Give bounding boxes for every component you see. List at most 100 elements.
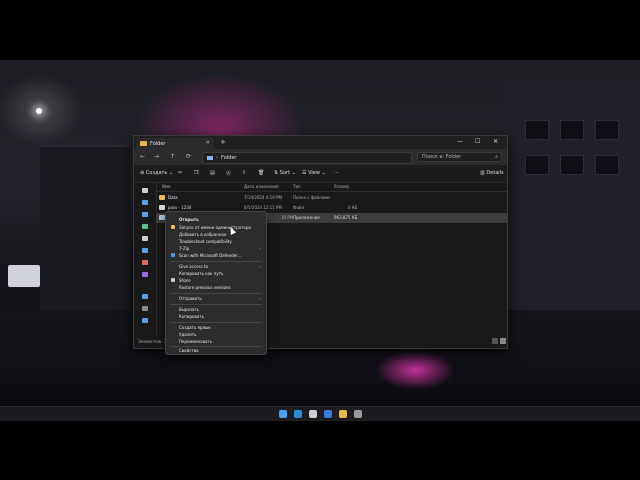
file-type: Папка с файлами: [293, 195, 330, 200]
mail-icon[interactable]: [324, 410, 332, 418]
menu-item-share[interactable]: Share: [166, 277, 266, 284]
address-field[interactable]: › Folder: [202, 152, 412, 164]
menu-item-troubleshoot[interactable]: Troubleshoot compatibility: [166, 238, 266, 245]
music-icon[interactable]: [142, 260, 148, 265]
menu-item-add-favorites[interactable]: Добавить в избранное: [166, 231, 266, 238]
details-label: Details: [486, 170, 504, 176]
rename-icon[interactable]: Ⓐ: [226, 170, 231, 177]
sort-button[interactable]: ⇅ Sort ⌄: [274, 170, 296, 176]
building-window: [525, 155, 549, 175]
menu-label: Troubleshoot compatibility: [179, 239, 232, 244]
details-button[interactable]: ▥ Details: [480, 170, 504, 176]
file-explorer-icon[interactable]: [339, 410, 347, 418]
menu-label: 7-Zip: [179, 246, 190, 251]
menu-label: Вырезать: [179, 307, 200, 312]
item-count: Элементов: 3: [138, 339, 167, 344]
chevron-right-icon: ›: [259, 264, 261, 269]
menu-item-give-access[interactable]: Give access to ›: [166, 263, 266, 270]
start-icon[interactable]: [279, 410, 287, 418]
close-button[interactable]: ✕: [493, 138, 498, 145]
gallery-icon[interactable]: [142, 200, 148, 205]
view-label: View: [308, 170, 320, 176]
new-label: Создать: [145, 170, 168, 176]
maximize-button[interactable]: ☐: [475, 138, 480, 145]
new-button[interactable]: ⊕ Создать ⌄: [140, 170, 173, 176]
cut-icon[interactable]: ✂: [178, 170, 182, 176]
menu-item-delete[interactable]: Удалить: [166, 331, 266, 338]
menu-item-send-to[interactable]: Отправить ›: [166, 295, 266, 302]
menu-label: Открыть: [179, 217, 199, 222]
menu-label: Переименовать: [179, 339, 213, 344]
edge-icon[interactable]: [294, 410, 302, 418]
delete-icon[interactable]: 🗑: [258, 170, 264, 176]
breadcrumb-folder[interactable]: Folder: [221, 155, 236, 161]
col-name[interactable]: Имя: [162, 184, 170, 189]
col-date[interactable]: Дата изменения: [244, 184, 279, 189]
menu-item-copy[interactable]: Копировать: [166, 313, 266, 320]
home-icon[interactable]: [142, 188, 148, 193]
drive-icon[interactable]: [142, 306, 148, 311]
menu-label: Удалить: [179, 332, 197, 337]
copy-icon[interactable]: ❐: [194, 170, 198, 176]
forward-icon[interactable]: →: [154, 153, 159, 160]
menu-item-restore-versions[interactable]: Restore previous versions: [166, 284, 266, 291]
more-button[interactable]: ···: [334, 170, 339, 176]
menu-item-copy-path[interactable]: Копировать как путь: [166, 270, 266, 277]
share-icon[interactable]: ⇪: [242, 170, 246, 176]
menu-label: Свойства: [179, 348, 199, 353]
tab-close-icon[interactable]: ✕: [206, 140, 210, 146]
this-pc-icon[interactable]: [142, 294, 148, 299]
taskbar: [0, 406, 640, 421]
menu-item-run-as-admin[interactable]: Запуск от имени администратора: [166, 224, 266, 231]
menu-item-7zip[interactable]: 7-Zip ›: [166, 245, 266, 252]
refresh-icon[interactable]: ⟳: [186, 153, 191, 160]
pictures-icon[interactable]: [142, 248, 148, 253]
letterbox-bottom: [0, 420, 640, 480]
paste-icon[interactable]: ▤: [210, 170, 215, 176]
search-input[interactable]: Поиск в: Folder ⌕: [417, 152, 502, 162]
details-view-icon[interactable]: [492, 338, 498, 344]
share-icon: [171, 278, 175, 282]
menu-item-open[interactable]: Открыть: [166, 216, 266, 223]
menu-label: Scan with Microsoft Defender...: [179, 253, 242, 258]
downloads-icon[interactable]: [142, 224, 148, 229]
menu-item-rename[interactable]: Переименовать: [166, 338, 266, 345]
menu-item-properties[interactable]: Свойства: [166, 347, 266, 354]
desktop-icon[interactable]: [142, 212, 148, 217]
building-window: [595, 120, 619, 140]
file-icon: [159, 205, 165, 210]
street-lamp: [36, 108, 42, 114]
menu-item-create-shortcut[interactable]: Создать ярлык: [166, 324, 266, 331]
store-icon[interactable]: [309, 410, 317, 418]
menu-item-defender[interactable]: Scan with Microsoft Defender...: [166, 252, 266, 259]
network-icon[interactable]: [142, 318, 148, 323]
up-icon[interactable]: ↑: [170, 153, 175, 160]
menu-item-cut[interactable]: Вырезать: [166, 306, 266, 313]
column-header: Имя Дата изменения Тип Размер: [156, 182, 507, 192]
view-button[interactable]: ☰ View ⌄: [302, 170, 326, 176]
letterbox-top: [0, 0, 640, 60]
documents-icon[interactable]: [142, 236, 148, 241]
col-type[interactable]: Тип: [293, 184, 301, 189]
videos-icon[interactable]: [142, 272, 148, 277]
file-row-data[interactable]: Data 7/10/2024 4:19 PM Папка с файлами: [156, 193, 507, 203]
file-date: 7/10/2024 4:19 PM: [244, 195, 282, 200]
menu-label: Restore previous versions: [179, 285, 231, 290]
file-name: pass - 1234: [168, 205, 192, 210]
search-placeholder: Поиск в: Folder: [422, 154, 462, 160]
navigation-pane: [134, 182, 157, 336]
tab-folder[interactable]: Folder ✕: [136, 138, 214, 149]
minimize-button[interactable]: —: [457, 138, 463, 145]
menu-label: Создать ярлык: [179, 325, 211, 330]
app-icon[interactable]: [354, 410, 362, 418]
menu-separator: [170, 304, 262, 305]
address-bar-row: ← → ↑ ⟳ › Folder Поиск в: Folder ⌕: [134, 149, 507, 165]
col-size[interactable]: Размер: [334, 184, 349, 189]
menu-label: Give access to: [179, 264, 209, 269]
new-tab-button[interactable]: +: [220, 138, 226, 146]
menu-label: Запуск от имени администратора: [179, 225, 251, 230]
building-window: [560, 155, 584, 175]
search-icon: ⌕: [495, 154, 498, 160]
tiles-view-icon[interactable]: [500, 338, 506, 344]
back-icon[interactable]: ←: [140, 153, 145, 160]
